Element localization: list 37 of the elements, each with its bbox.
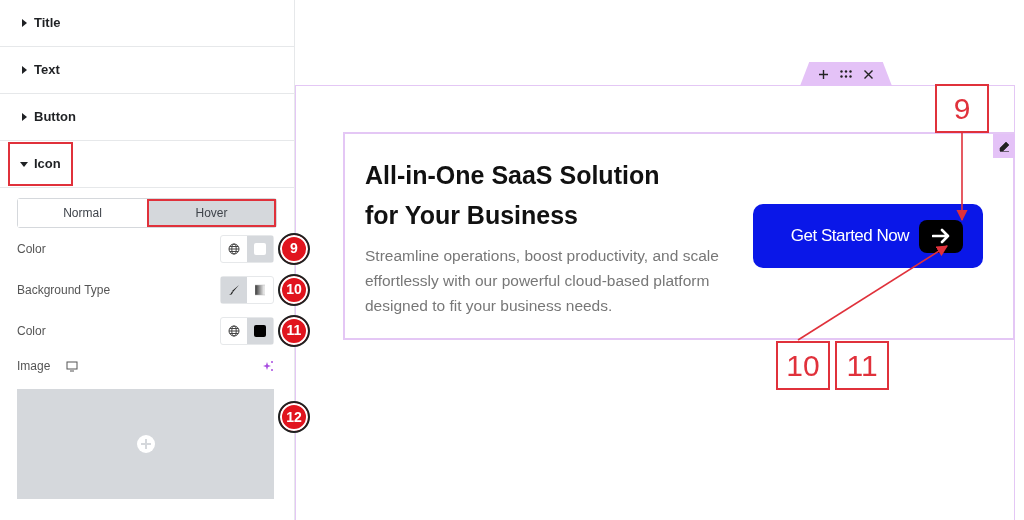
control-label: Background Type bbox=[17, 281, 111, 299]
ai-sparkle-icon[interactable] bbox=[262, 360, 274, 372]
step-marker: 12 bbox=[278, 401, 310, 433]
caret-icon bbox=[20, 160, 28, 168]
caret-icon bbox=[20, 19, 28, 27]
description: Streamline operations, boost productivity, and scale effortlessly with our powerful cloud-based platform designed to fit your business needs. bbox=[365, 245, 720, 316]
section-header[interactable]: Icon bbox=[8, 142, 73, 186]
globe-icon bbox=[228, 324, 240, 337]
get-started-button[interactable]: Get Started Now bbox=[753, 204, 983, 268]
control-label: Color bbox=[17, 240, 46, 258]
section-header[interactable]: Button bbox=[8, 95, 88, 139]
state-tab[interactable]: Hover bbox=[147, 199, 276, 227]
gradient-icon bbox=[255, 283, 265, 296]
section-header[interactable]: Text bbox=[8, 48, 72, 92]
globe-icon bbox=[228, 242, 240, 255]
close-icon[interactable] bbox=[864, 69, 873, 79]
callout-box: 9 bbox=[935, 84, 989, 133]
drag-handle-icon[interactable] bbox=[840, 70, 852, 78]
step-marker: 9 bbox=[278, 232, 310, 265]
section-header[interactable]: Title bbox=[8, 1, 73, 45]
callout-box: 11 bbox=[835, 341, 889, 390]
callout-box: 10 bbox=[776, 341, 830, 390]
brush-icon bbox=[228, 283, 240, 296]
add-icon[interactable] bbox=[819, 69, 828, 79]
control-label: Image bbox=[17, 358, 51, 375]
heading: All-in-One SaaS Solution for Your Business bbox=[365, 159, 661, 231]
control-label: Color bbox=[17, 322, 46, 340]
desktop-icon[interactable] bbox=[66, 360, 79, 372]
color-picker[interactable] bbox=[220, 316, 274, 345]
caret-icon bbox=[20, 113, 28, 121]
pencil-icon bbox=[998, 140, 1010, 152]
step-marker: 10 bbox=[278, 273, 310, 306]
color-picker[interactable] bbox=[220, 234, 274, 263]
step-marker: 11 bbox=[278, 314, 310, 347]
arrow-right-icon bbox=[932, 228, 950, 244]
caret-icon bbox=[20, 66, 28, 74]
edit-handle[interactable] bbox=[993, 134, 1015, 158]
